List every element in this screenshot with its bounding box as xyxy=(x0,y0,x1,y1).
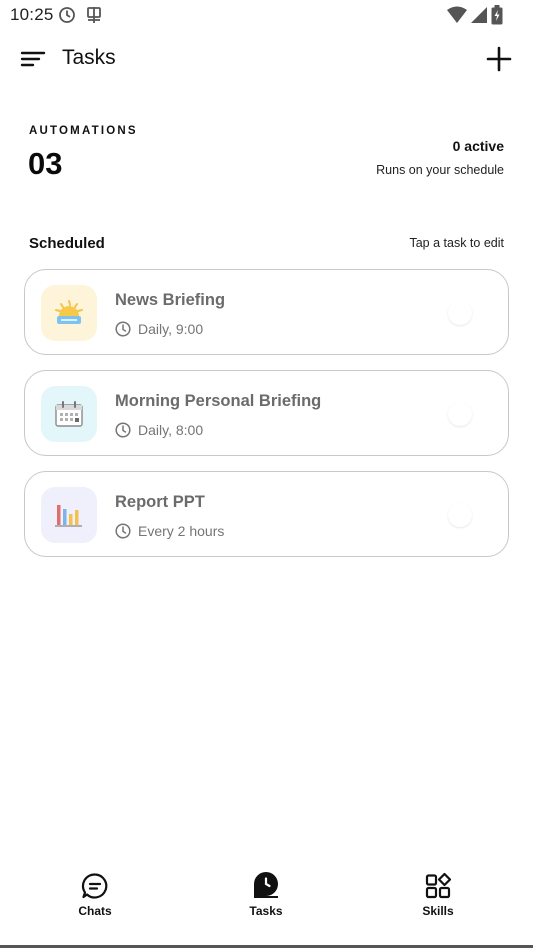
task-title: Morning Personal Briefing xyxy=(115,392,322,410)
nav-chats-label: Chats xyxy=(78,904,112,918)
scheduled-heading: Scheduled xyxy=(29,235,105,252)
nav-tasks[interactable]: Tasks xyxy=(226,872,306,922)
nav-tasks-label: Tasks xyxy=(249,904,283,918)
task-schedule: Every 2 hours xyxy=(115,522,224,540)
task-toggle[interactable] xyxy=(448,503,472,527)
automations-label: AUTOMATIONS xyxy=(29,125,138,137)
add-task-icon[interactable] xyxy=(486,46,512,72)
calendar-icon xyxy=(41,386,97,442)
signal-icon xyxy=(471,7,487,23)
task-schedule-text: Daily, 8:00 xyxy=(138,422,204,438)
clock-icon xyxy=(115,422,131,438)
schedule-subtitle: Runs on your schedule xyxy=(376,163,504,177)
active-count: 0 active xyxy=(452,138,504,154)
task-card[interactable]: Morning Personal Briefing Daily, 8:00 xyxy=(24,370,509,456)
task-schedule: Daily, 9:00 xyxy=(115,320,203,338)
task-title: News Briefing xyxy=(115,291,226,309)
automations-count: 03 xyxy=(28,146,63,181)
chat-bubble-icon xyxy=(81,873,108,899)
nav-chats[interactable]: Chats xyxy=(55,872,135,922)
task-title: Report PPT xyxy=(115,493,205,511)
task-card[interactable]: News Briefing Daily, 9:00 xyxy=(24,269,509,355)
task-schedule: Daily, 8:00 xyxy=(115,421,203,439)
menu-icon[interactable] xyxy=(20,48,46,70)
edit-hint: Tap a task to edit xyxy=(409,236,504,250)
nav-skills-label: Skills xyxy=(422,904,454,918)
task-card[interactable]: Report PPT Every 2 hours xyxy=(24,471,509,557)
status-bar: 10:25 xyxy=(0,0,533,30)
clock-tasks-icon xyxy=(254,872,278,898)
sync-icon xyxy=(59,7,75,23)
notification-app-icon xyxy=(87,7,101,23)
clock-icon xyxy=(115,523,131,539)
bottom-navigation: Chats Tasks Skills xyxy=(0,864,533,948)
status-indicators xyxy=(447,5,503,25)
bar-chart-icon xyxy=(41,487,97,543)
battery-icon xyxy=(491,5,503,25)
nav-skills[interactable]: Skills xyxy=(398,872,478,922)
task-toggle[interactable] xyxy=(448,301,472,325)
task-schedule-text: Daily, 9:00 xyxy=(138,321,204,337)
app-bar: Tasks xyxy=(0,36,533,82)
task-schedule-text: Every 2 hours xyxy=(138,523,225,539)
sunrise-icon xyxy=(41,285,97,341)
grid-shapes-icon xyxy=(425,872,452,899)
task-toggle[interactable] xyxy=(448,402,472,426)
status-time: 10:25 xyxy=(10,5,54,24)
wifi-icon xyxy=(447,6,467,23)
page-title: Tasks xyxy=(62,46,116,69)
clock-icon xyxy=(115,321,131,337)
